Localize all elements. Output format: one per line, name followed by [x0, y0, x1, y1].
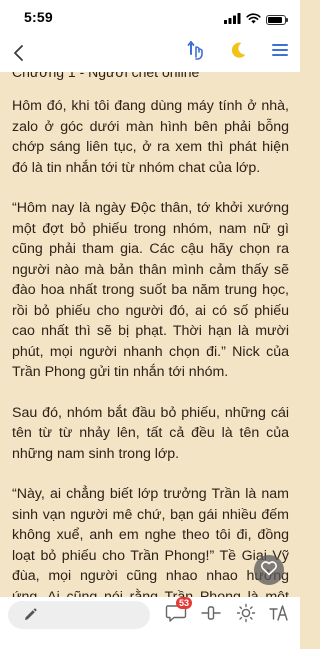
progress-slider-button[interactable] — [198, 602, 224, 628]
status-bar: 5:59 — [0, 0, 300, 34]
favorite-button[interactable] — [254, 555, 284, 585]
signal-icon — [224, 11, 241, 29]
night-mode-button[interactable] — [226, 40, 250, 64]
chapter-list-button[interactable] — [268, 40, 292, 64]
status-icons — [224, 11, 288, 29]
chapter-title: Chương 1 - Người chết online — [12, 72, 200, 80]
back-button[interactable] — [10, 42, 30, 64]
nav-actions — [184, 40, 292, 64]
bottom-toolbar: 53 — [0, 597, 300, 649]
paragraph: Sau đó, nhóm bắt đầu bỏ phiếu, những cái… — [12, 404, 289, 462]
slider-icon — [200, 603, 222, 628]
auto-scroll-icon — [185, 39, 207, 66]
auto-scroll-button[interactable] — [184, 40, 208, 64]
battery-icon — [266, 15, 288, 25]
wifi-icon — [246, 11, 261, 29]
text-settings-button[interactable] — [266, 602, 292, 628]
night-mode-moon-icon — [228, 40, 248, 65]
menu-list-icon — [270, 41, 290, 64]
back-chevron-icon — [10, 45, 30, 68]
comment-count-badge: 53 — [176, 597, 193, 609]
heart-icon — [260, 560, 278, 581]
paragraph: “Này, ai chẳng biết lớp trưởng Trần là n… — [12, 486, 289, 597]
comments-button[interactable]: 53 — [163, 597, 193, 628]
status-time: 5:59 — [24, 9, 53, 25]
brightness-button[interactable] — [233, 602, 259, 628]
pencil-icon — [22, 607, 38, 623]
text-size-icon — [268, 603, 290, 628]
reader-nav-bar — [0, 34, 300, 72]
reader-content[interactable]: Chương 1 - Người chết online Hôm đó, khi… — [0, 72, 300, 597]
chapter-text: Hôm đó, khi tôi đang dùng máy tính ở nhà… — [12, 96, 289, 597]
brightness-icon — [236, 603, 256, 628]
paragraph: Hôm đó, khi tôi đang dùng máy tính ở nhà… — [12, 98, 289, 176]
paragraph: “Hôm nay là ngày Độc thân, tớ khởi xướng… — [12, 200, 289, 380]
write-comment-button[interactable] — [8, 601, 150, 629]
